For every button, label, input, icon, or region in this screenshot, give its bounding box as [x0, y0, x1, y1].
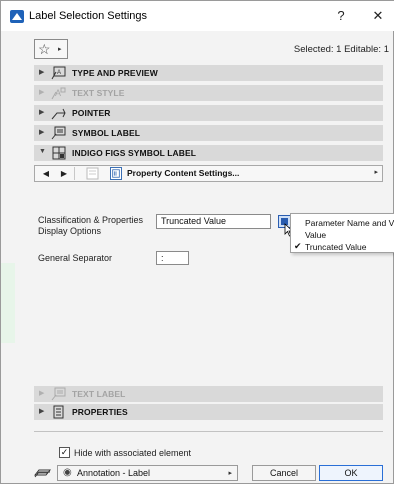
panel-label: TEXT LABEL — [72, 389, 126, 399]
panel-label: PROPERTIES — [72, 407, 128, 417]
previous-page-button[interactable]: ◀ — [38, 167, 54, 180]
favorites-button[interactable]: ☆ ▸ — [34, 39, 68, 59]
expand-arrow-icon: ▶ — [39, 129, 45, 136]
page-navigator: ◀ ▶ Property Content Settings... ▸ — [34, 165, 383, 182]
cancel-button[interactable]: Cancel — [252, 465, 316, 481]
svg-text:A: A — [57, 70, 61, 76]
layer-value: Annotation - Label — [77, 468, 151, 478]
collapse-arrow-icon: ▼ — [39, 148, 46, 155]
divider — [74, 167, 75, 180]
divider — [34, 431, 383, 432]
hide-with-element-label: Hide with associated element — [74, 448, 192, 458]
svg-text:A: A — [55, 88, 61, 98]
menu-item-truncated-value[interactable]: Truncated Value — [305, 242, 366, 252]
eye-icon: ◉ — [63, 467, 72, 478]
hide-with-element-checkbox[interactable]: ✓ — [59, 447, 70, 458]
separator-field[interactable]: : — [156, 251, 189, 265]
addon-label-icon — [52, 146, 66, 160]
help-button[interactable]: ? — [326, 5, 356, 27]
expand-arrow-icon: ▶ — [39, 390, 45, 397]
background-strip — [1, 263, 15, 343]
expand-arrow-icon: ▶ — [39, 109, 45, 116]
symbol-label-icon — [51, 126, 66, 140]
panel-type-and-preview[interactable]: ▶ A TYPE AND PREVIEW — [34, 65, 383, 81]
archicad-app-icon — [10, 10, 24, 23]
panel-indigo-figs-symbol-label[interactable]: ▼ INDIGO FIGS SYMBOL LABEL — [34, 145, 383, 161]
page-thumbnail-icon — [86, 167, 99, 180]
chevron-right-icon[interactable]: ▸ — [374, 168, 378, 176]
check-icon: ✔ — [294, 241, 302, 251]
panel-label: SYMBOL LABEL — [72, 128, 141, 138]
close-button[interactable]: ✕ — [363, 5, 393, 27]
window-title: Label Selection Settings — [29, 10, 148, 22]
panel-properties[interactable]: ▶ PROPERTIES — [34, 404, 383, 420]
text-label-icon — [51, 387, 66, 401]
classification-dropdown[interactable]: Truncated Value — [156, 214, 271, 229]
panel-label: INDIGO FIGS SYMBOL LABEL — [72, 148, 197, 158]
selection-info: Selected: 1 Editable: 1 — [293, 44, 389, 55]
title-bar: Label Selection Settings ? ✕ — [1, 1, 394, 31]
panel-pointer[interactable]: ▶ POINTER — [34, 105, 383, 121]
page-icon — [110, 167, 122, 180]
chevron-right-icon: ▸ — [228, 470, 232, 477]
expand-arrow-icon: ▶ — [39, 69, 45, 76]
type-preview-icon: A — [51, 66, 66, 80]
separator-label: General Separator — [38, 253, 113, 263]
text-style-icon: A — [51, 87, 66, 100]
expand-arrow-icon: ▶ — [39, 408, 45, 415]
panel-text-style: ▶ A TEXT STYLE — [34, 85, 383, 101]
properties-icon — [53, 405, 64, 419]
chevron-right-icon: ▸ — [58, 46, 62, 53]
menu-item-value[interactable]: Value — [305, 230, 326, 240]
display-options-menu: Parameter Name and Value Value ✔ Truncat… — [290, 213, 394, 253]
page-selector-label[interactable]: Property Content Settings... — [127, 168, 239, 178]
layer-dropdown[interactable]: ◉ Annotation - Label ▸ — [57, 465, 238, 481]
star-icon: ☆ — [38, 41, 51, 57]
panel-label: POINTER — [72, 108, 111, 118]
panel-symbol-label[interactable]: ▶ SYMBOL LABEL — [34, 125, 383, 141]
layer-icon — [33, 469, 52, 478]
dialog-window: Label Selection Settings ? ✕ ☆ ▸ Selecte… — [0, 0, 394, 484]
ok-button[interactable]: OK — [319, 465, 383, 481]
next-page-button[interactable]: ▶ — [56, 167, 72, 180]
menu-item-parameter-name-and-value[interactable]: Parameter Name and Value — [305, 218, 394, 228]
classification-label: Classification & Properties Display Opti… — [38, 215, 144, 236]
panel-label: TEXT STYLE — [72, 88, 125, 98]
expand-arrow-icon: ▶ — [39, 89, 45, 96]
panel-text-label: ▶ TEXT LABEL — [34, 386, 383, 402]
panel-label: TYPE AND PREVIEW — [72, 68, 158, 78]
pointer-icon — [51, 108, 66, 120]
